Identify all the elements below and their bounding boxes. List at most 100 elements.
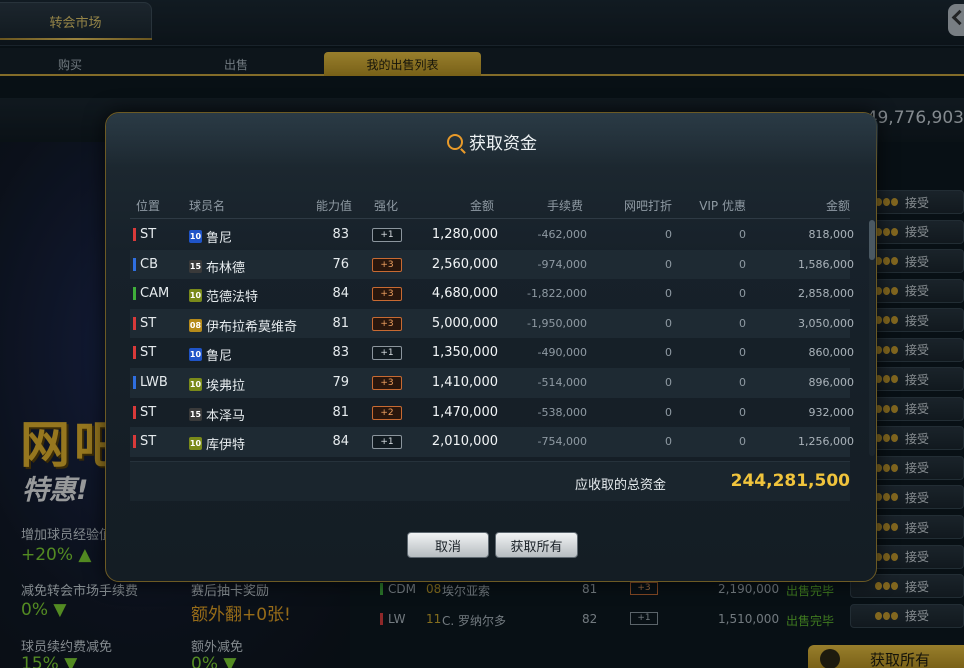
funds-row: ST 10 鲁尼 83 +1 1,350,000 -490,000 0 0 860,000 [130,338,854,368]
position-text: ST [140,345,157,361]
collect-funds-dialog: 获取资金 位置 球员名 能力值 强化 金额 手续费 网吧打折 VIP 优惠 金额… [105,112,878,582]
row-net: 3,050,000 [798,316,854,330]
row-fee: -1,822,000 [527,287,587,301]
col-player: 球员名 [189,199,226,213]
funds-row: ST 10 库伊特 84 +1 2,010,000 -754,000 0 0 1,256,000 [130,427,854,457]
collect-all-button[interactable]: 获取所有 [495,532,578,558]
position-text: ST [140,434,157,450]
dialog-title: 获取资金 [106,129,878,154]
row-boost: +3 [372,375,402,390]
row-discount: 0 [665,316,672,330]
row-rating: 76 [332,256,349,272]
row-fee: -490,000 [537,346,587,360]
row-vip: 0 [739,346,746,360]
col-discount: 网吧打折 [623,199,672,213]
table-scrollbar[interactable] [869,220,875,456]
funds-row: ST 10 鲁尼 83 +1 1,280,000 -462,000 0 0 818,000 [130,220,854,250]
row-boost: +1 [372,228,402,242]
row-net: 932,000 [808,405,855,419]
row-player: 10 鲁尼 [189,227,232,246]
row-position: ST [133,345,156,360]
total-summary: 应收取的总资金 244,281,500 [130,461,850,501]
player-name: 埃弗拉 [206,378,246,394]
player-name: 库伊特 [206,438,246,454]
row-net: 2,858,000 [798,287,854,301]
player-name: 鲁尼 [206,349,233,365]
season-badge: 10 [189,437,202,451]
position-text: LWB [140,374,168,390]
funds-row: CAM 10 范德法特 84 +3 4,680,000 -1,822,000 0 0 2,858,… [130,279,854,309]
position-marker [133,375,136,389]
col-position: 位置 [136,199,161,213]
row-net: 896,000 [808,375,855,389]
dialog-title-text: 获取资金 [469,134,537,154]
row-rating: 83 [332,227,349,242]
row-price: 4,680,000 [431,286,498,302]
position-text: ST [140,315,157,331]
row-vip: 0 [739,316,746,330]
row-boost: +3 [372,316,402,331]
row-rating: 79 [332,374,349,390]
season-badge: 10 [189,377,202,391]
col-net: 金额 [825,199,850,213]
row-position: ST [133,227,156,242]
row-price: 2,010,000 [431,434,498,450]
col-price: 金额 [469,199,494,213]
row-position: ST [133,316,156,331]
position-marker [133,316,136,330]
row-player: 10 鲁尼 [189,345,232,364]
row-vip: 0 [739,405,746,419]
row-fee: -974,000 [537,257,587,271]
row-price: 1,280,000 [431,227,498,242]
funds-row: LWB 10 埃弗拉 79 +3 1,410,000 -514,000 0 0 896,000 [130,367,854,398]
position-marker [133,346,136,360]
season-badge: 08 [189,318,202,332]
col-vip: VIP 优惠 [699,199,746,213]
cancel-button[interactable]: 取消 [407,532,489,558]
row-position: LWB [133,375,168,390]
row-vip: 0 [739,287,746,301]
row-discount: 0 [665,346,672,360]
row-boost: +1 [372,435,402,450]
row-net: 1,586,000 [798,257,854,271]
row-boost: +2 [372,405,402,420]
row-fee: -462,000 [537,228,587,241]
position-marker [133,287,136,301]
row-player: 10 范德法特 [189,286,258,305]
row-position: CB [133,257,158,272]
row-vip: 0 [739,435,746,449]
season-badge: 10 [189,230,202,243]
player-name: 鲁尼 [206,231,233,246]
table-header: 位置 球员名 能力值 强化 金额 手续费 网吧打折 VIP 优惠 金额 [130,191,850,219]
row-boost: +1 [372,346,402,361]
row-player: 15 布林德 [189,257,245,276]
row-rating: 84 [332,286,349,302]
row-rating: 84 [332,434,349,450]
row-price: 5,000,000 [431,315,498,331]
funds-row: ST 15 本泽马 81 +2 1,470,000 -538,000 0 0 932,000 [130,398,854,428]
search-icon [447,133,463,150]
row-rating: 81 [332,404,349,420]
season-badge: 10 [189,289,202,303]
position-text: CB [140,256,158,272]
row-discount: 0 [665,228,672,241]
row-player: 08 伊布拉希莫维奇 [189,316,297,335]
row-vip: 0 [739,375,746,389]
row-discount: 0 [665,435,672,449]
row-price: 1,410,000 [431,374,498,390]
scrollbar-thumb[interactable] [869,220,875,260]
col-rating: 能力值 [316,199,353,213]
row-price: 2,560,000 [431,256,498,272]
row-price: 1,470,000 [431,404,498,420]
collect-all-button-label: 获取所有 [510,539,563,555]
row-fee: -538,000 [537,405,587,419]
position-text: ST [140,404,157,420]
funds-row: ST 08 伊布拉希莫维奇 81 +3 5,000,000 -1,950,000 0 0 3,05… [130,308,854,339]
funds-row: CB 15 布林德 76 +3 2,560,000 -974,000 0 0 1,586,000 [130,249,854,280]
total-label: 应收取的总资金 [575,478,667,493]
row-boost: +3 [372,287,402,302]
row-fee: -1,950,000 [527,316,587,330]
player-name: 伊布拉希莫维奇 [206,319,298,335]
total-value: 244,281,500 [730,471,850,491]
row-discount: 0 [665,257,672,271]
